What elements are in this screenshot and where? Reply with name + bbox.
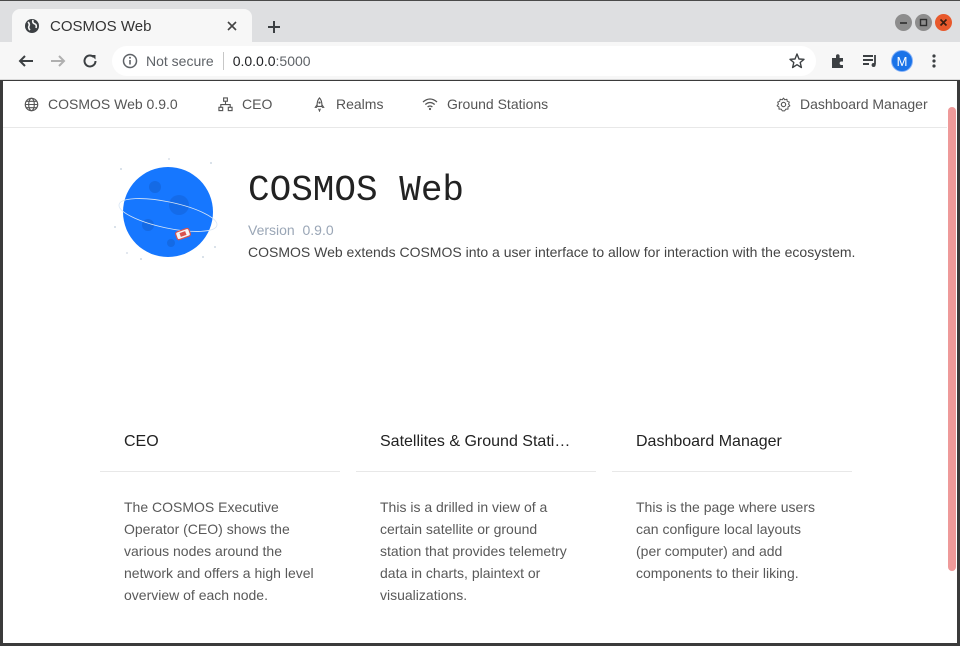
page-title: COSMOS Web (248, 170, 465, 211)
card-body: This is the page where users can configu… (636, 499, 815, 581)
minimize-button[interactable] (895, 14, 912, 31)
tab-title: COSMOS Web (50, 17, 152, 35)
forward-icon[interactable] (46, 49, 70, 73)
nav-realms-label: Realms (336, 96, 384, 112)
wifi-icon (422, 96, 438, 112)
nav-ground-stations-label: Ground Stations (447, 96, 549, 112)
maximize-button[interactable] (915, 14, 932, 31)
reload-icon[interactable] (78, 49, 102, 73)
extensions-icon[interactable] (828, 51, 848, 71)
close-tab-icon[interactable] (224, 18, 240, 34)
close-window-button[interactable] (935, 14, 952, 31)
menu-kebab-icon[interactable] (924, 51, 944, 71)
card-title: CEO (100, 421, 340, 472)
address-bar[interactable]: Not secure 0.0.0.0:5000 (112, 46, 816, 76)
url-port: :5000 (275, 53, 311, 69)
window-controls (895, 14, 952, 31)
new-tab-button[interactable] (262, 15, 286, 39)
globe-icon (24, 18, 40, 34)
version-label: Version (248, 222, 295, 238)
divider (222, 52, 224, 70)
nav-brand-label: COSMOS Web 0.9.0 (48, 96, 178, 112)
back-icon[interactable] (14, 49, 38, 73)
card-body: The COSMOS Executive Operator (CEO) show… (124, 499, 314, 603)
rocket-icon (311, 96, 327, 112)
media-queue-icon[interactable] (860, 51, 880, 71)
url-text[interactable]: 0.0.0.0:5000 (233, 53, 788, 69)
scrollbar-thumb[interactable] (948, 107, 956, 571)
app-nav-bar: COSMOS Web 0.9.0 CEO Realms Ground Stati… (3, 81, 947, 128)
card-dashboard-manager[interactable]: Dashboard Manager This is the page where… (612, 421, 852, 584)
browser-tab[interactable]: COSMOS Web (12, 9, 252, 43)
page-description: COSMOS Web extends COSMOS into a user in… (248, 244, 856, 260)
card-title: Satellites & Ground Stations (356, 421, 596, 472)
card-title: Dashboard Manager (612, 421, 852, 472)
web-page: COSMOS Web 0.9.0 CEO Realms Ground Stati… (3, 81, 947, 643)
browser-toolbar: Not secure 0.0.0.0:5000 M (0, 42, 960, 80)
card-body: This is a drilled in view of a certain s… (380, 499, 567, 603)
nav-ceo-label: CEO (242, 96, 273, 112)
nav-item-ceo[interactable]: CEO (217, 96, 272, 112)
nav-item-home[interactable]: COSMOS Web 0.9.0 (23, 96, 178, 112)
nav-item-realms[interactable]: Realms (311, 96, 383, 112)
setting-icon (775, 96, 791, 112)
page-scrollbar[interactable] (947, 81, 957, 643)
nav-item-dashboard-manager[interactable]: Dashboard Manager (775, 96, 928, 112)
bookmark-star-icon[interactable] (788, 52, 806, 70)
security-label: Not secure (146, 53, 214, 69)
cosmos-planet-logo (111, 157, 221, 265)
browser-tabstrip: COSMOS Web (0, 0, 960, 43)
profile-avatar[interactable]: M (891, 50, 913, 72)
global-icon (23, 96, 39, 112)
card-satellites-ground-stations[interactable]: Satellites & Ground Stations This is a d… (356, 421, 596, 606)
nav-dashboard-manager-label: Dashboard Manager (800, 96, 928, 112)
nav-item-ground-stations[interactable]: Ground Stations (422, 96, 548, 112)
info-icon[interactable] (122, 53, 138, 69)
cluster-icon (217, 96, 233, 112)
version-number: 0.9.0 (302, 222, 334, 238)
url-host: 0.0.0.0 (232, 53, 276, 69)
card-ceo[interactable]: CEO The COSMOS Executive Operator (CEO) … (100, 421, 340, 606)
version-line: Version 0.9.0 (248, 222, 334, 238)
